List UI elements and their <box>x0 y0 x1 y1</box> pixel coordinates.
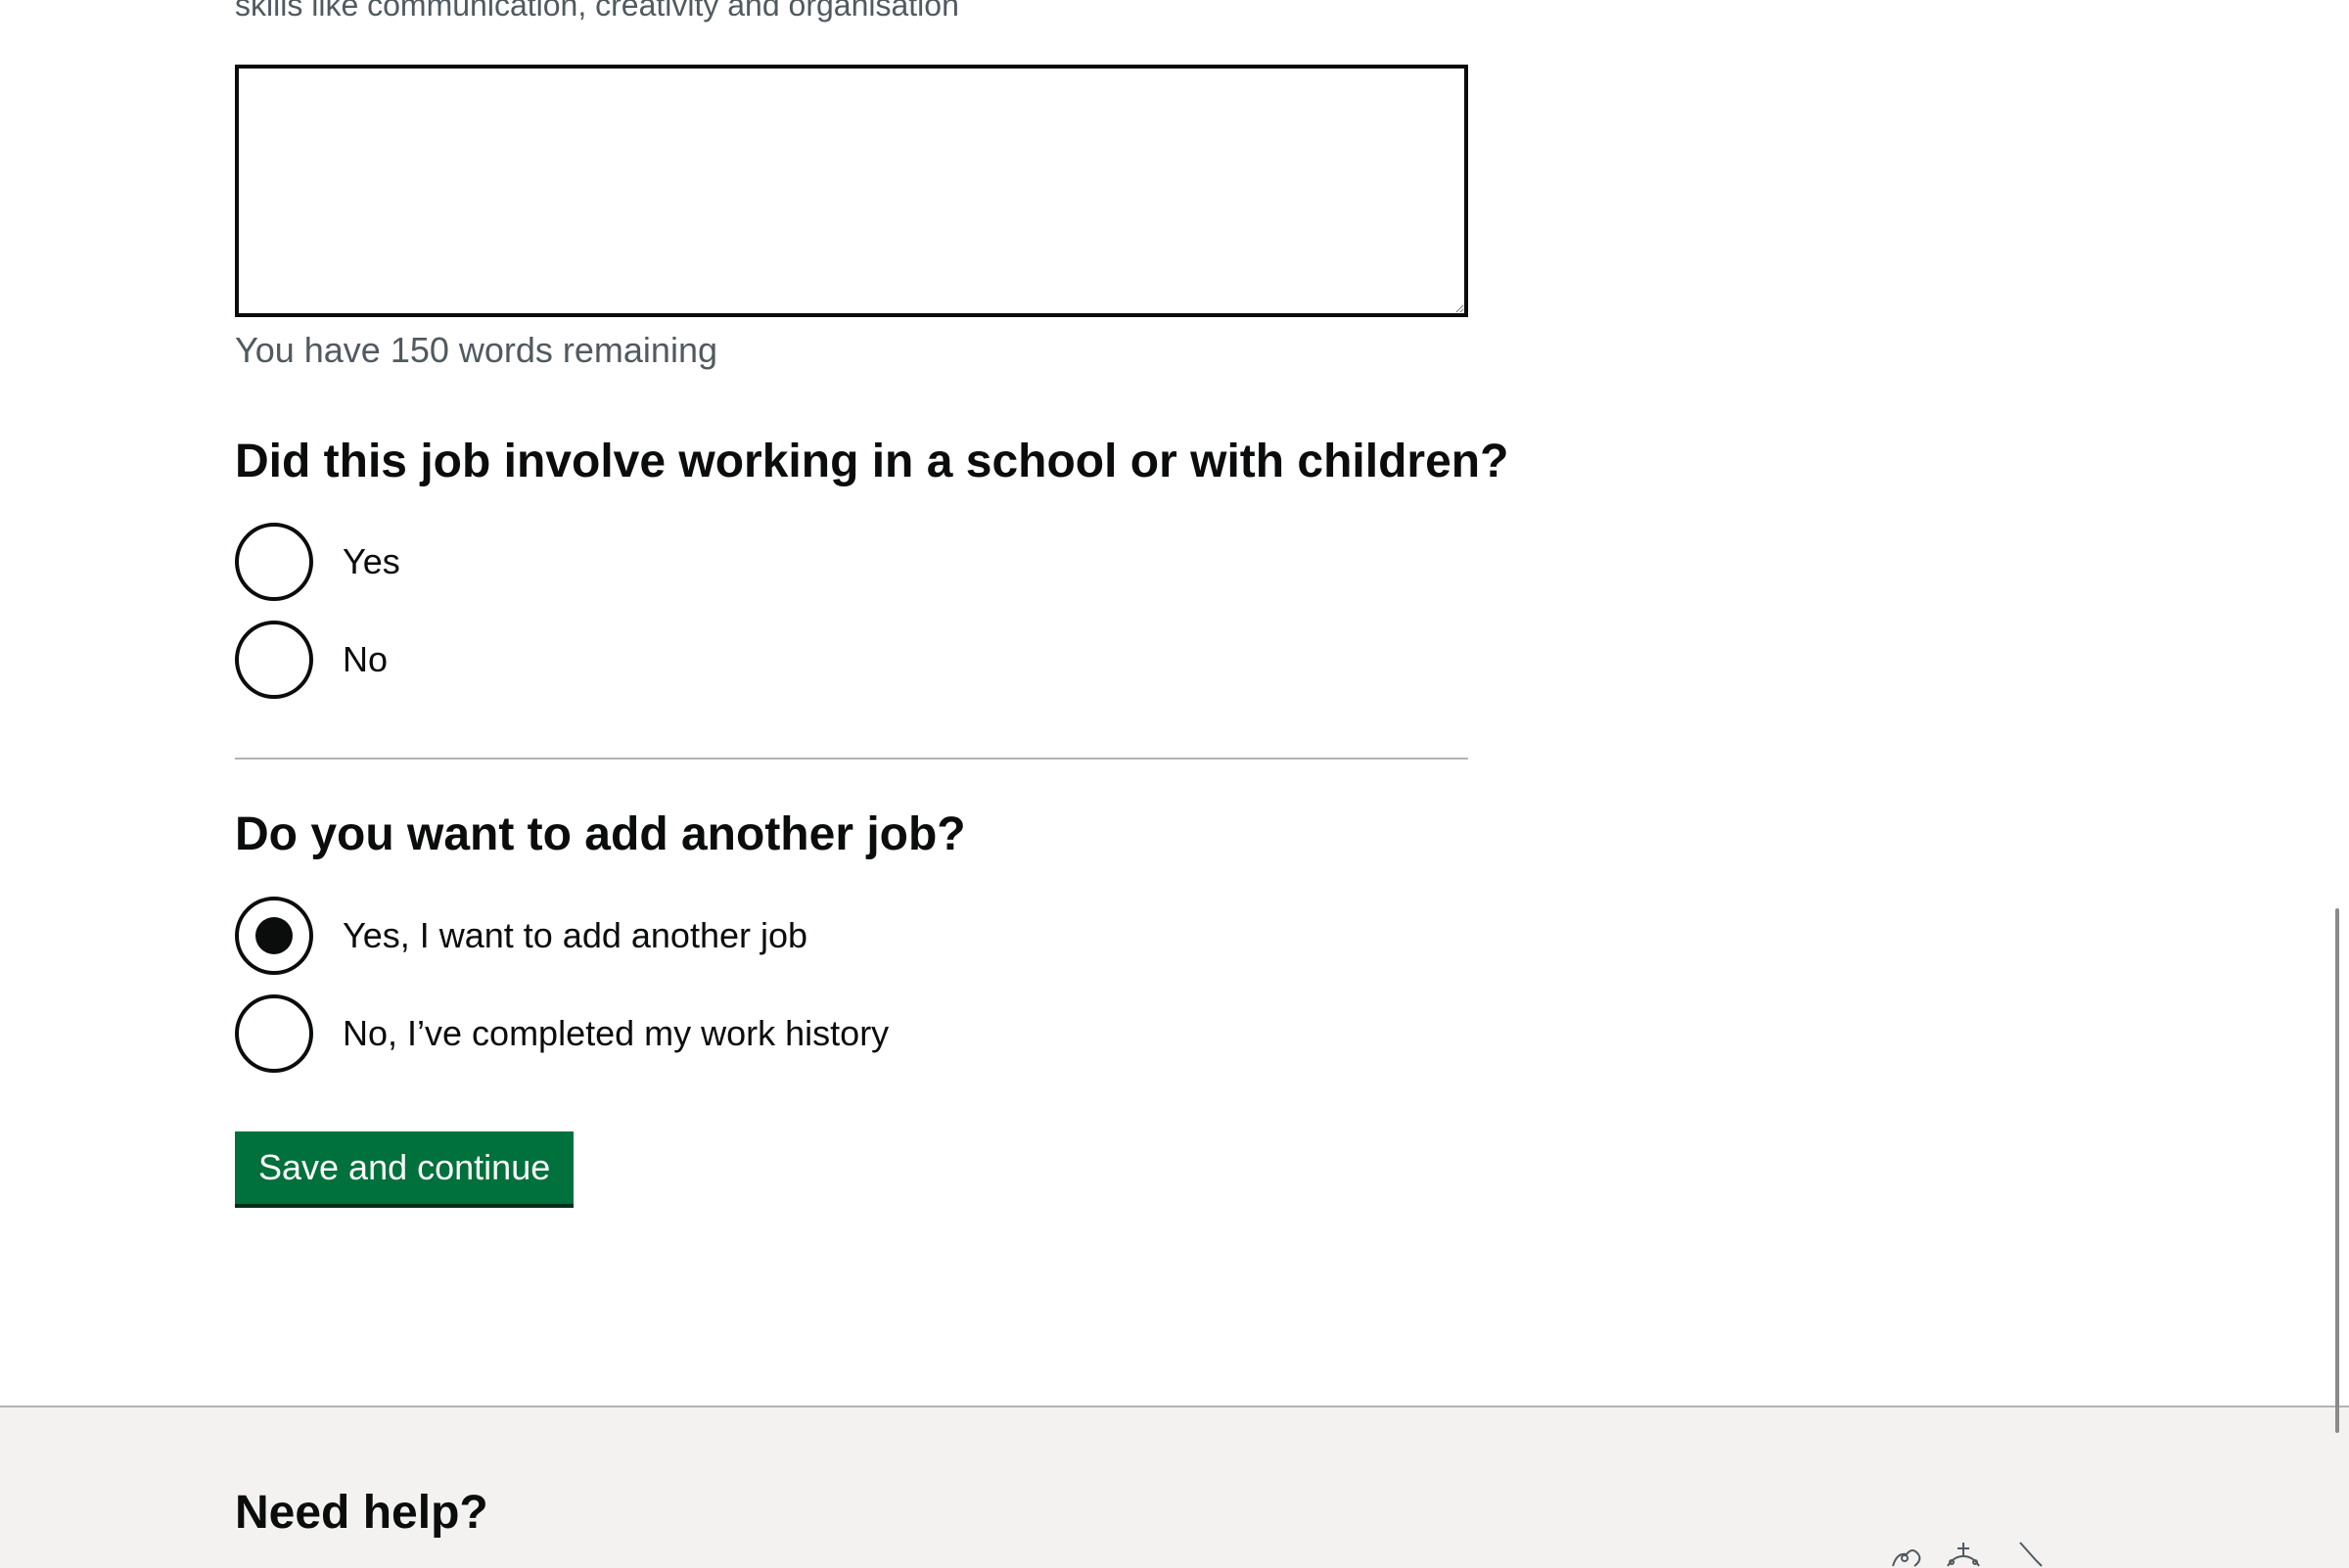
job-description-textarea[interactable] <box>235 65 1468 317</box>
children-question-legend: Did this job involve working in a school… <box>235 436 1509 487</box>
radio-label[interactable]: Yes <box>343 540 400 582</box>
word-count-message: You have 150 words remaining <box>235 330 717 370</box>
radio-label[interactable]: Yes, I want to add another job <box>343 914 807 956</box>
radio-button-selected[interactable] <box>235 897 313 975</box>
royal-coat-of-arms-icon <box>1892 1542 2043 1567</box>
radio-add-another-job[interactable]: Yes, I want to add another job <box>235 897 807 975</box>
section-divider <box>235 758 1468 760</box>
another-job-question-legend: Do you want to add another job? <box>235 808 966 860</box>
footer-heading: Need help? <box>235 1487 488 1539</box>
save-and-continue-button[interactable]: Save and continue <box>235 1131 575 1204</box>
radio-label[interactable]: No <box>343 638 388 680</box>
radio-completed-work-history[interactable]: No, I’ve completed my work history <box>235 994 889 1073</box>
radio-children-yes[interactable]: Yes <box>235 523 400 601</box>
radio-button[interactable] <box>235 994 313 1073</box>
radio-button[interactable] <box>235 523 313 601</box>
radio-children-no[interactable]: No <box>235 621 388 699</box>
radio-label[interactable]: No, I’ve completed my work history <box>343 1012 889 1054</box>
page-scrollbar[interactable] <box>2335 908 2339 1433</box>
footer: Need help? <box>0 1406 2349 1568</box>
skills-hint: skills like communication, creativity an… <box>235 0 959 23</box>
radio-button[interactable] <box>235 621 313 699</box>
